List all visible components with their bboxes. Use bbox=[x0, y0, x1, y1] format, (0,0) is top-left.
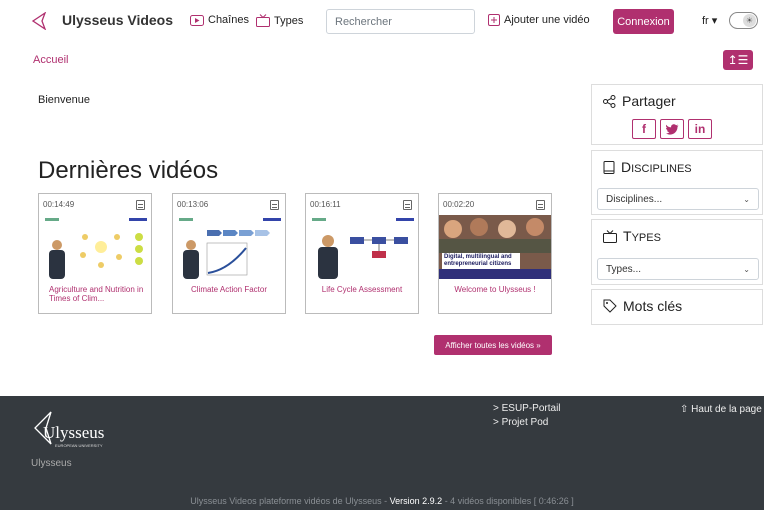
add-video-link[interactable]: Ajouter une vidéo bbox=[488, 14, 590, 26]
tags-title: Mots clés bbox=[603, 298, 682, 314]
tv-icon bbox=[603, 229, 617, 243]
nav-types[interactable]: Types bbox=[256, 14, 303, 27]
footer-info: Ulysseus Videos plateforme vidéos de Uly… bbox=[190, 496, 574, 506]
projet-pod-link[interactable]: > Projet Pod bbox=[493, 416, 561, 430]
book-icon bbox=[603, 160, 615, 174]
film-icon bbox=[536, 200, 545, 210]
show-all-videos-button[interactable]: Afficher toutes les vidéos » bbox=[434, 335, 552, 355]
video-card[interactable]: 00:16:11 Life Cycle Assessment bbox=[305, 193, 419, 314]
ulysseus-footer-logo[interactable]: Ulysseus EUROPEAN UNIVERSITY bbox=[33, 408, 133, 452]
share-icon bbox=[603, 94, 616, 108]
tags-panel: Mots clés bbox=[591, 289, 763, 325]
top-navbar: Ulysseus Videos Chaînes Types Ajouter un… bbox=[0, 0, 764, 44]
types-panel: TYPES Types... ⌄ bbox=[591, 219, 763, 285]
esup-portail-link[interactable]: > ESUP-Portail bbox=[493, 402, 561, 416]
types-select[interactable]: Types... ⌄ bbox=[597, 258, 759, 280]
video-card[interactable]: 00:13:06 Climate Action Factor bbox=[172, 193, 286, 314]
nav-types-label: Types bbox=[274, 14, 304, 27]
video-duration: 00:13:06 bbox=[177, 200, 209, 209]
types-title: TYPES bbox=[603, 228, 661, 244]
disciplines-panel: DISCIPLINES Disciplines... ⌄ bbox=[591, 150, 763, 215]
search-input[interactable] bbox=[326, 9, 475, 34]
tag-icon bbox=[603, 299, 617, 313]
video-title[interactable]: Life Cycle Assessment bbox=[310, 285, 414, 294]
nav-chaines[interactable]: Chaînes bbox=[190, 14, 249, 26]
version-text: Version 2.9.2 bbox=[389, 496, 443, 506]
footer-links: > ESUP-Portail > Projet Pod bbox=[493, 402, 561, 430]
language-selector[interactable]: fr ▾ bbox=[702, 14, 717, 27]
social-buttons: f in bbox=[632, 119, 712, 139]
play-channel-icon bbox=[190, 14, 204, 26]
video-thumbnail[interactable] bbox=[306, 215, 418, 279]
add-video-label: Ajouter une vidéo bbox=[504, 14, 590, 26]
share-title: Partager bbox=[603, 93, 676, 109]
ulysseus-logo-icon[interactable] bbox=[31, 12, 47, 30]
video-title[interactable]: Climate Action Factor bbox=[177, 285, 281, 294]
video-thumbnail[interactable]: Digital, multilingual and entrepreneuria… bbox=[439, 215, 551, 279]
welcome-text: Bienvenue bbox=[38, 94, 90, 106]
back-to-top-link[interactable]: ⇧ Haut de la page bbox=[680, 404, 762, 415]
plus-square-icon bbox=[488, 14, 500, 26]
facebook-icon[interactable]: f bbox=[632, 119, 656, 139]
video-thumbnail[interactable] bbox=[39, 215, 151, 279]
tv-icon bbox=[256, 14, 270, 27]
logo-subtext: EUROPEAN UNIVERSITY bbox=[55, 443, 103, 448]
video-title[interactable]: Welcome to Ulysseus ! bbox=[443, 285, 547, 294]
film-icon bbox=[403, 200, 412, 210]
breadcrumb-home[interactable]: Accueil bbox=[33, 54, 68, 66]
chevron-down-icon: ⌄ bbox=[743, 194, 750, 204]
disciplines-title: DISCIPLINES bbox=[603, 159, 692, 175]
sun-icon: ☀ bbox=[743, 14, 756, 27]
video-duration: 00:14:49 bbox=[43, 200, 75, 209]
twitter-icon[interactable] bbox=[660, 119, 684, 139]
video-duration: 00:16:11 bbox=[310, 200, 341, 209]
footer: Ulysseus EUROPEAN UNIVERSITY > ESUP-Port… bbox=[0, 396, 764, 510]
brand-title[interactable]: Ulysseus Videos bbox=[62, 12, 173, 28]
nav-chaines-label: Chaînes bbox=[208, 14, 249, 26]
footer-site-name: Ulysseus bbox=[31, 458, 72, 469]
dark-mode-toggle[interactable]: ☀ bbox=[729, 12, 758, 29]
video-duration: 00:02:20 bbox=[443, 200, 475, 209]
video-title[interactable]: Agriculture and Nutrition in Times of Cl… bbox=[49, 285, 145, 303]
latest-videos-title: Dernières vidéos bbox=[38, 157, 219, 184]
disciplines-select[interactable]: Disciplines... ⌄ bbox=[597, 188, 759, 210]
linkedin-icon[interactable]: in bbox=[688, 119, 712, 139]
login-button[interactable]: Connexion bbox=[613, 9, 674, 34]
share-panel: Partager f in bbox=[591, 84, 763, 145]
film-icon bbox=[270, 200, 279, 210]
video-card[interactable]: 00:14:49 Agriculture and Nutrition in Ti… bbox=[38, 193, 152, 314]
chevron-down-icon: ⌄ bbox=[743, 264, 750, 274]
video-card[interactable]: 00:02:20 Digital, multilingual and entre… bbox=[438, 193, 552, 314]
sidebar-toggle-button[interactable]: ↥☰ bbox=[723, 50, 753, 70]
video-thumbnail[interactable] bbox=[173, 215, 285, 279]
thumbnail-caption: Digital, multilingual and entrepreneuria… bbox=[442, 253, 520, 269]
logo-text: Ulysseus bbox=[43, 423, 104, 442]
film-icon bbox=[136, 200, 145, 210]
